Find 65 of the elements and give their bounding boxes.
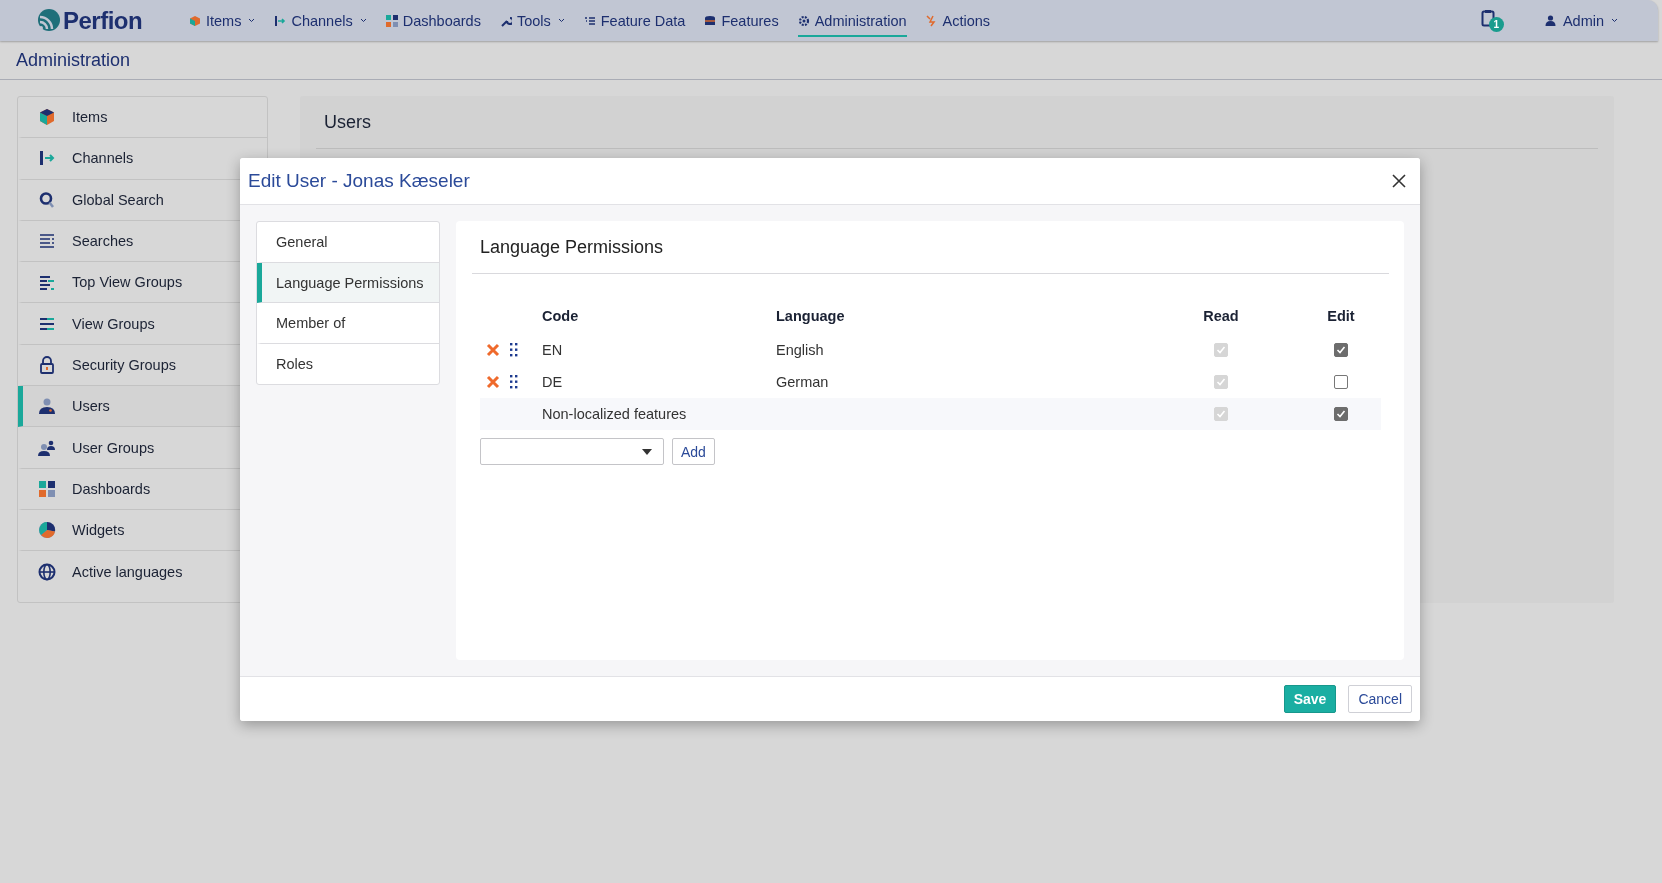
language-cell-text: English xyxy=(776,342,825,358)
caret-icon xyxy=(248,18,256,23)
tab[interactable]: Language Permissions xyxy=(257,262,439,303)
close-icon[interactable] xyxy=(1392,174,1406,188)
sidebar-icon xyxy=(38,190,56,209)
nav-icon xyxy=(704,14,717,27)
clipboard-icon xyxy=(1480,8,1495,27)
sidebar-item[interactable]: Items xyxy=(18,97,267,139)
nav-item[interactable]: Items xyxy=(189,4,256,37)
sidebar-icon xyxy=(38,108,56,127)
remove-icon[interactable] xyxy=(486,375,500,389)
add-button[interactable]: Add xyxy=(672,438,715,465)
sidebar-icon xyxy=(38,438,56,457)
code-cell-text: EN xyxy=(542,342,564,358)
user-menu[interactable]: Admin xyxy=(1544,12,1618,29)
code-cell-text: DE xyxy=(542,374,564,390)
nav-icon xyxy=(385,14,398,27)
caret-icon xyxy=(557,18,565,23)
sidebar-icon xyxy=(38,397,56,416)
edit-checkbox[interactable] xyxy=(1334,375,1348,389)
caret-icon xyxy=(359,18,367,23)
nav-icon xyxy=(925,14,938,27)
nav-item[interactable]: Administration xyxy=(797,4,907,37)
section-title: Language Permissions xyxy=(480,236,664,258)
logo-text: Perfion xyxy=(63,6,143,35)
caret-icon xyxy=(1611,18,1618,23)
nav-icon xyxy=(189,14,201,27)
nav-item[interactable]: Actions xyxy=(925,4,991,37)
nav-item[interactable]: Tools xyxy=(499,4,565,37)
column-header: Read xyxy=(1203,308,1239,324)
nav-item[interactable]: Feature Data xyxy=(583,4,686,37)
nav-icon xyxy=(583,14,596,27)
sidebar-icon xyxy=(38,273,56,292)
panel-title: Users xyxy=(324,111,371,133)
dropdown-caret-icon xyxy=(642,448,652,455)
user-icon xyxy=(1544,15,1556,26)
cancel-button[interactable]: Cancel xyxy=(1348,685,1412,713)
nav-item[interactable]: Features xyxy=(704,4,779,37)
tab[interactable]: General xyxy=(257,222,439,263)
column-header: Code xyxy=(542,308,580,324)
drag-handle-icon[interactable] xyxy=(510,375,518,389)
nav-item[interactable]: Dashboards xyxy=(385,4,481,37)
logo-icon xyxy=(35,7,61,34)
sidebar-icon xyxy=(38,521,56,540)
sidebar-icon xyxy=(38,149,56,168)
sidebar-icon xyxy=(38,232,56,251)
tab[interactable]: Member of xyxy=(257,303,439,344)
edit-checkbox[interactable] xyxy=(1334,407,1348,421)
nav-icon xyxy=(499,14,512,27)
nav-icon xyxy=(274,14,287,27)
page-title: Administration xyxy=(16,49,131,71)
sidebar-icon xyxy=(38,562,56,581)
drag-handle-icon[interactable] xyxy=(510,343,518,357)
language-cell-text: German xyxy=(776,374,830,390)
column-header: Language xyxy=(776,308,846,324)
column-header: Edit xyxy=(1327,308,1355,324)
nav-icon xyxy=(797,14,810,27)
sidebar-icon xyxy=(38,479,56,498)
row-label: Non-localized features xyxy=(542,406,688,422)
nav-item[interactable]: Channels xyxy=(274,4,367,37)
sidebar-icon xyxy=(38,355,56,374)
notification-badge: 1 xyxy=(1488,16,1504,32)
sidebar-item[interactable]: Active languages xyxy=(18,551,267,593)
edit-checkbox[interactable] xyxy=(1334,343,1348,357)
remove-icon[interactable] xyxy=(486,343,500,357)
